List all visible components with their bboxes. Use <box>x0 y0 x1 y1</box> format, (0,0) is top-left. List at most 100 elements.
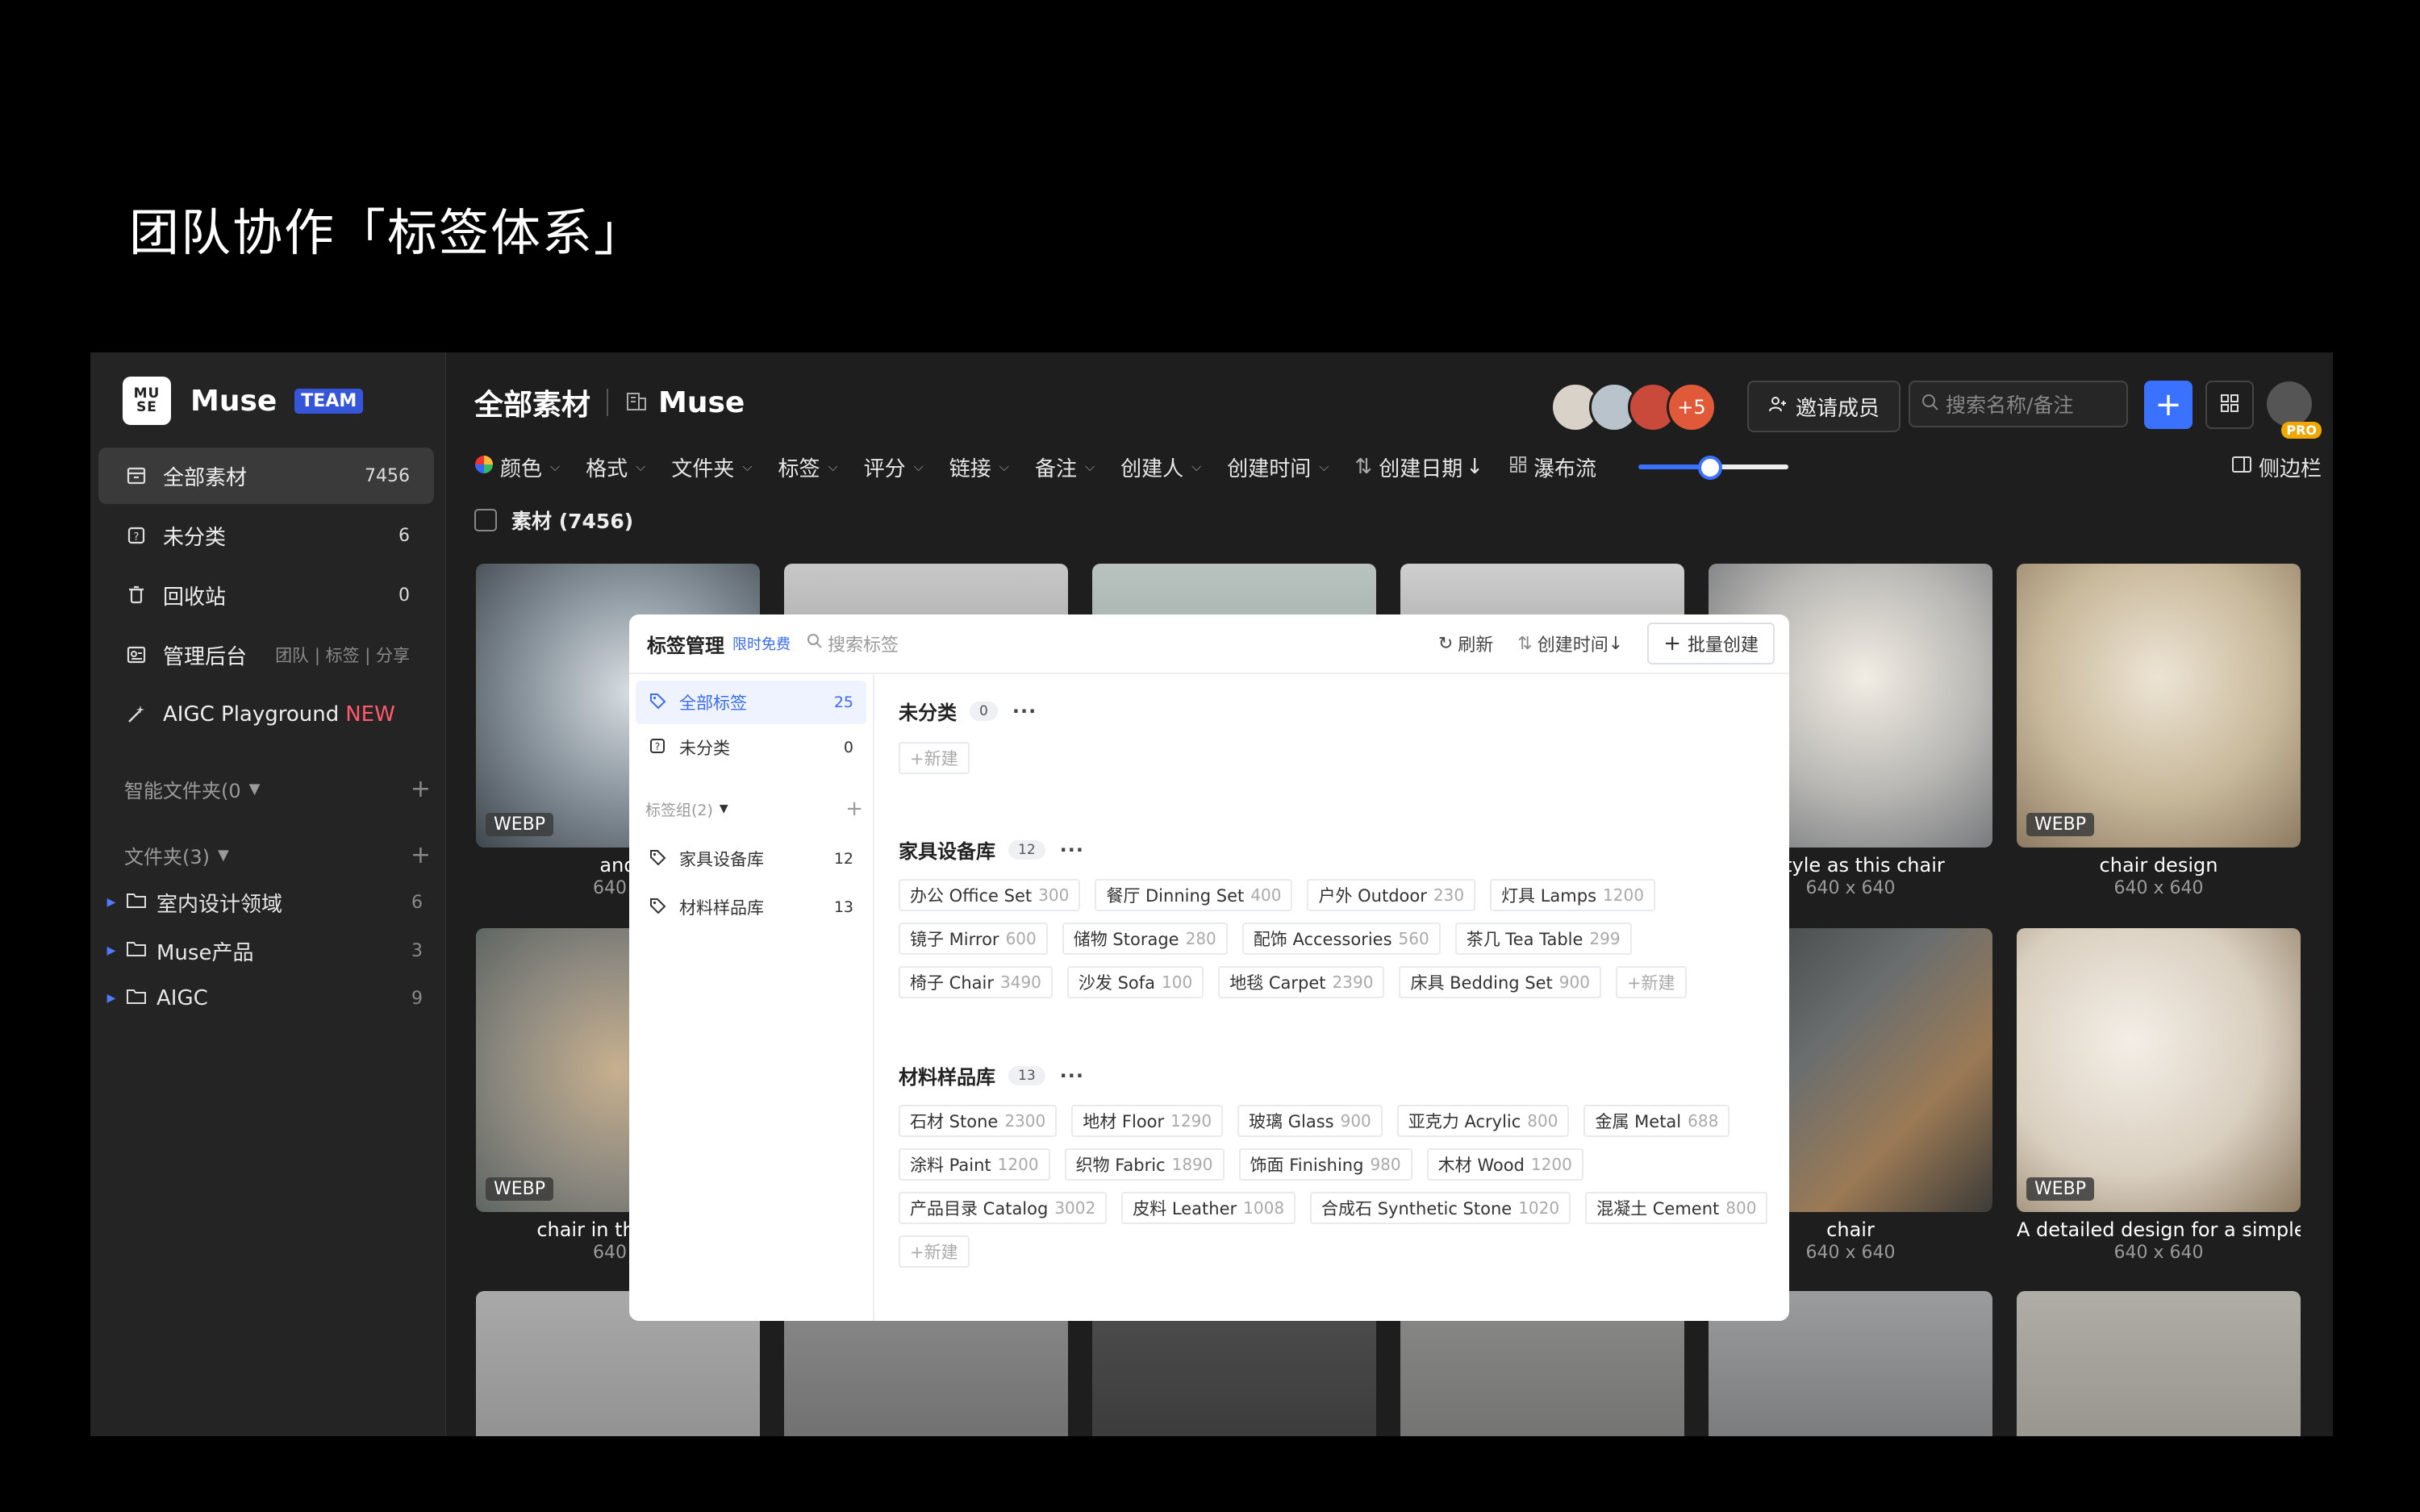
filter-label: 创建时间 <box>1227 456 1312 481</box>
uncategorized-tags-item[interactable]: ? 未分类 0 <box>636 726 866 769</box>
expand-icon[interactable]: ▶ <box>103 896 119 909</box>
tag-chip[interactable]: 混凝土 Cement 800 <box>1585 1192 1768 1224</box>
tag-chip[interactable]: 合成石 Synthetic Stone 1020 <box>1310 1192 1571 1224</box>
slider-handle[interactable] <box>1698 456 1723 480</box>
trash-icon <box>123 581 150 609</box>
admin-panel-icon <box>123 641 150 669</box>
sidebar-item-all-assets[interactable]: 全部素材 7456 <box>98 448 434 504</box>
tag-count: 1020 <box>1518 1198 1560 1218</box>
new-tag-button[interactable]: +新建 <box>899 742 970 774</box>
tag-chip[interactable]: 涂料 Paint 1200 <box>899 1148 1050 1181</box>
folder-item[interactable]: ▶ AIGC 9 <box>103 976 434 1021</box>
tag-count: 400 <box>1250 885 1282 905</box>
new-tag-button[interactable]: +新建 <box>899 1235 970 1268</box>
new-tag-button[interactable]: +新建 <box>1615 966 1687 998</box>
sidebar-item-label: 回收站 <box>163 585 227 610</box>
tag-search-input[interactable]: 搜索标签 <box>807 631 899 656</box>
refresh-button[interactable]: ↻ 刷新 <box>1438 631 1493 656</box>
all-tags-item[interactable]: 全部标签 25 <box>636 681 866 724</box>
tag-name: 储物 Storage <box>1073 930 1179 949</box>
tag-chip[interactable]: 木材 Wood 1200 <box>1426 1148 1583 1181</box>
tag-name: 产品目录 Catalog <box>910 1199 1049 1218</box>
layout-button[interactable]: 瀑布流 <box>1509 452 1596 482</box>
tag-chip[interactable]: 饰面 Finishing 980 <box>1238 1148 1412 1181</box>
add-smart-folder-icon[interactable]: + <box>411 775 431 803</box>
batch-create-button[interactable]: + 批量创建 <box>1647 623 1775 664</box>
more-icon[interactable]: ··· <box>1060 1064 1084 1087</box>
sidebar-item-label: 未分类 <box>163 525 227 550</box>
filter-created-time[interactable]: 创建时间 ⌵ <box>1227 452 1329 482</box>
tag-chip[interactable]: 办公 Office Set 300 <box>899 879 1081 911</box>
sidebar-item-aigc-playground[interactable]: AIGC Playground NEW <box>98 686 434 743</box>
sort-button[interactable]: ⇅ 创建日期 ↓ <box>1354 452 1483 482</box>
user-avatar[interactable] <box>2267 381 2312 427</box>
tag-chip[interactable]: 石材 Stone 2300 <box>899 1105 1058 1137</box>
tag-chip[interactable]: 配饰 Accessories 560 <box>1241 923 1441 955</box>
tag-group-item[interactable]: 家具设备库 12 <box>636 837 866 881</box>
tag-name: 床具 Bedding Set <box>1410 973 1553 993</box>
tag-count: 230 <box>1433 885 1465 905</box>
asset-size: 640 x 640 <box>2113 878 2204 898</box>
tag-chip[interactable]: 户外 Outdoor 230 <box>1307 879 1476 911</box>
tag-chip[interactable]: 灯具 Lamps 1200 <box>1490 879 1655 911</box>
folders-header[interactable]: 文件夹(3) ▼ + <box>124 841 431 869</box>
filter-format[interactable]: 格式 ⌵ <box>586 452 645 482</box>
tag-chip[interactable]: 产品目录 Catalog 3002 <box>899 1192 1108 1224</box>
folder-item[interactable]: ▶ Muse产品 3 <box>103 928 434 973</box>
muse-logo: MU SE <box>123 377 171 425</box>
smart-folders-label: 智能文件夹(0 <box>124 780 241 802</box>
smart-folders-header[interactable]: 智能文件夹(0 ▼ + <box>124 775 431 803</box>
tag-chip[interactable]: 金属 Metal 688 <box>1583 1105 1730 1137</box>
asset-card[interactable]: WEBP chair design 640 x 640 <box>2017 564 2301 898</box>
expand-icon[interactable]: ▶ <box>103 992 119 1005</box>
tag-chip[interactable]: 玻璃 Glass 900 <box>1237 1105 1383 1137</box>
tag-groups-header[interactable]: 标签组(2) ▼ + <box>645 797 863 821</box>
tag-chip[interactable]: 织物 Fabric 1890 <box>1064 1148 1225 1181</box>
tag-chip[interactable]: 储物 Storage 280 <box>1062 923 1228 955</box>
filter-tag[interactable]: 标签 ⌵ <box>778 452 837 482</box>
filter-link[interactable]: 链接 ⌵ <box>949 452 1009 482</box>
folder-count: 9 <box>411 988 423 1009</box>
add-folder-icon[interactable]: + <box>411 841 431 869</box>
sidebar-item-trash[interactable]: 回收站 0 <box>98 567 434 623</box>
tag-chip[interactable]: 地材 Floor 1290 <box>1071 1105 1224 1137</box>
tag-chip[interactable]: 亚克力 Acrylic 800 <box>1396 1105 1570 1137</box>
tag-chip[interactable]: 餐厅 Dinning Set 400 <box>1095 879 1293 911</box>
tag-chip[interactable]: 沙发 Sofa 100 <box>1066 966 1204 998</box>
tag-chip[interactable]: 镜子 Mirror 600 <box>899 923 1048 955</box>
filter-creator[interactable]: 创建人 ⌵ <box>1120 452 1201 482</box>
add-tag-group-icon[interactable]: + <box>845 797 863 821</box>
select-all-checkbox[interactable] <box>474 509 497 531</box>
grid-view-button[interactable] <box>2205 381 2254 429</box>
workspace-name[interactable]: Muse <box>658 386 745 419</box>
invite-members-button[interactable]: 邀请成员 <box>1746 381 1901 432</box>
tag-chip[interactable]: 茶几 Tea Table 299 <box>1454 923 1632 955</box>
tag-group-count: 13 <box>833 898 853 916</box>
asset-card[interactable] <box>2017 1291 2301 1436</box>
filter-folder[interactable]: 文件夹 ⌵ <box>671 452 752 482</box>
filter-note[interactable]: 备注 ⌵ <box>1035 452 1095 482</box>
asset-title: A detailed design for a simple... <box>2017 1218 2301 1241</box>
search-input[interactable]: 搜索名称/备注 <box>1909 381 2128 427</box>
add-asset-button[interactable]: + <box>2144 381 2193 429</box>
expand-icon[interactable]: ▶ <box>103 944 119 957</box>
sidebar-item-uncategorized[interactable]: ? 未分类 6 <box>98 507 434 564</box>
tag-group-item[interactable]: 材料样品库 13 <box>636 885 866 929</box>
select-all-row[interactable]: 素材 (7456) <box>474 506 633 535</box>
tag-count: 1200 <box>997 1155 1039 1174</box>
tag-chip[interactable]: 椅子 Chair 3490 <box>899 966 1053 998</box>
folder-item[interactable]: ▶ 室内设计领域 6 <box>103 880 434 925</box>
tag-chip[interactable]: 皮料 Leather 1008 <box>1121 1192 1296 1224</box>
filter-color[interactable]: 颜色 ⌵ <box>474 452 560 482</box>
sort-by-created-button[interactable]: ⇅ 创建时间 ↓ <box>1517 631 1623 656</box>
thumbnail-size-slider[interactable] <box>1638 456 1789 480</box>
tag-chip[interactable]: 床具 Bedding Set 900 <box>1399 966 1601 998</box>
asset-card[interactable]: WEBP A detailed design for a simple... 6… <box>2017 928 2301 1263</box>
sidebar-toggle-button[interactable]: 侧边栏 <box>2231 452 2322 482</box>
tag-chip[interactable]: 地毯 Carpet 2390 <box>1218 966 1385 998</box>
member-avatars[interactable]: +5 <box>1550 382 1717 432</box>
more-icon[interactable]: ··· <box>1012 700 1037 723</box>
filter-rating[interactable]: 评分 ⌵ <box>864 452 924 482</box>
sidebar-item-admin[interactable]: 管理后台 团队 | 标签 | 分享 <box>98 627 434 683</box>
more-icon[interactable]: ··· <box>1060 839 1084 861</box>
